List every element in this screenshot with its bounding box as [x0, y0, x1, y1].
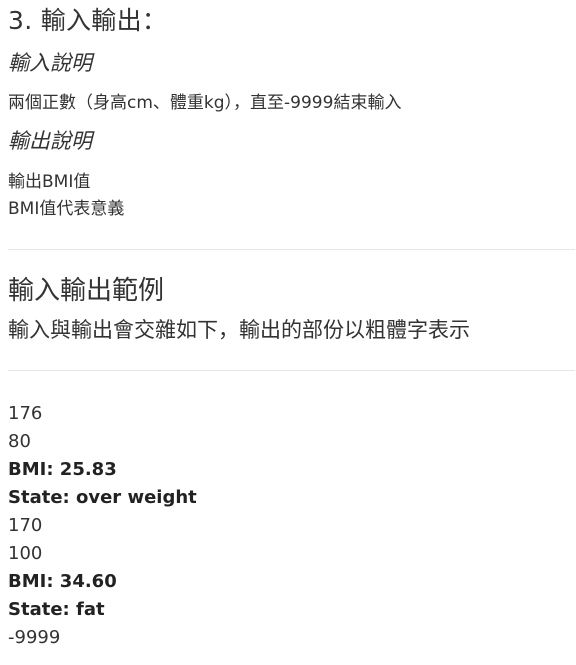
section-divider	[8, 370, 575, 371]
output-description-line: BMI值代表意義	[8, 199, 125, 219]
section-divider	[8, 249, 575, 250]
sample-input-line: 80	[8, 431, 31, 452]
sample-input-line: 170	[8, 515, 43, 536]
sample-output-line: State: fat	[8, 599, 105, 620]
sample-output-line: State: over weight	[8, 487, 197, 508]
example-description: 輸入與輸出會交雜如下，輸出的部份以粗體字表示	[8, 318, 470, 342]
document-page: 3. 輸入輸出： 輸入說明 兩個正數（身高cm、體重kg），直至-9999結束輸…	[0, 0, 576, 665]
input-description-title: 輸入說明	[8, 51, 92, 75]
io-heading: 3. 輸入輸出：	[8, 6, 168, 35]
output-description-line: 輸出BMI值	[8, 172, 91, 192]
sample-input-line: -9999	[8, 627, 61, 648]
sample-input-line: 100	[8, 543, 43, 564]
input-description-text: 兩個正數（身高cm、體重kg），直至-9999結束輸入	[8, 93, 402, 113]
sample-output-line: BMI: 25.83	[8, 459, 117, 480]
example-heading: 輸入輸出範例	[8, 276, 165, 306]
sample-input-line: 176	[8, 403, 43, 424]
output-description-title: 輸出說明	[8, 129, 92, 153]
sample-output-line: BMI: 34.60	[8, 571, 117, 592]
sample-io-block: 176 80 BMI: 25.83 State: over weight 170…	[8, 400, 568, 652]
